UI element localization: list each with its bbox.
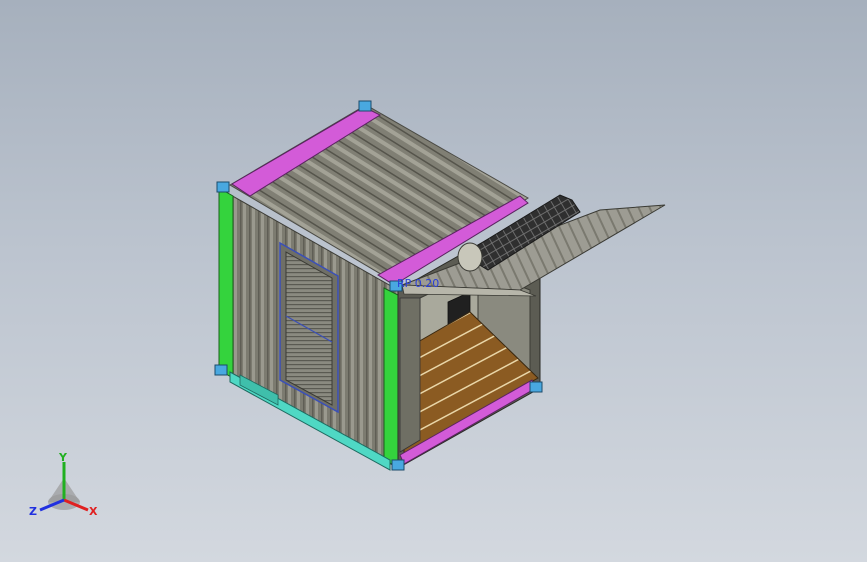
y-axis-label: Y: [58, 451, 68, 464]
coordinate-triad: Y X Z: [29, 451, 98, 518]
container-3d-model[interactable]: RP 0.20 Y X Z: [0, 0, 867, 562]
z-axis-label: Z: [29, 505, 37, 518]
x-axis-label: X: [89, 505, 98, 518]
dimension-annotation[interactable]: RP 0.20: [397, 277, 439, 290]
graphics-viewport[interactable]: RP 0.20 Y X Z: [0, 0, 867, 562]
